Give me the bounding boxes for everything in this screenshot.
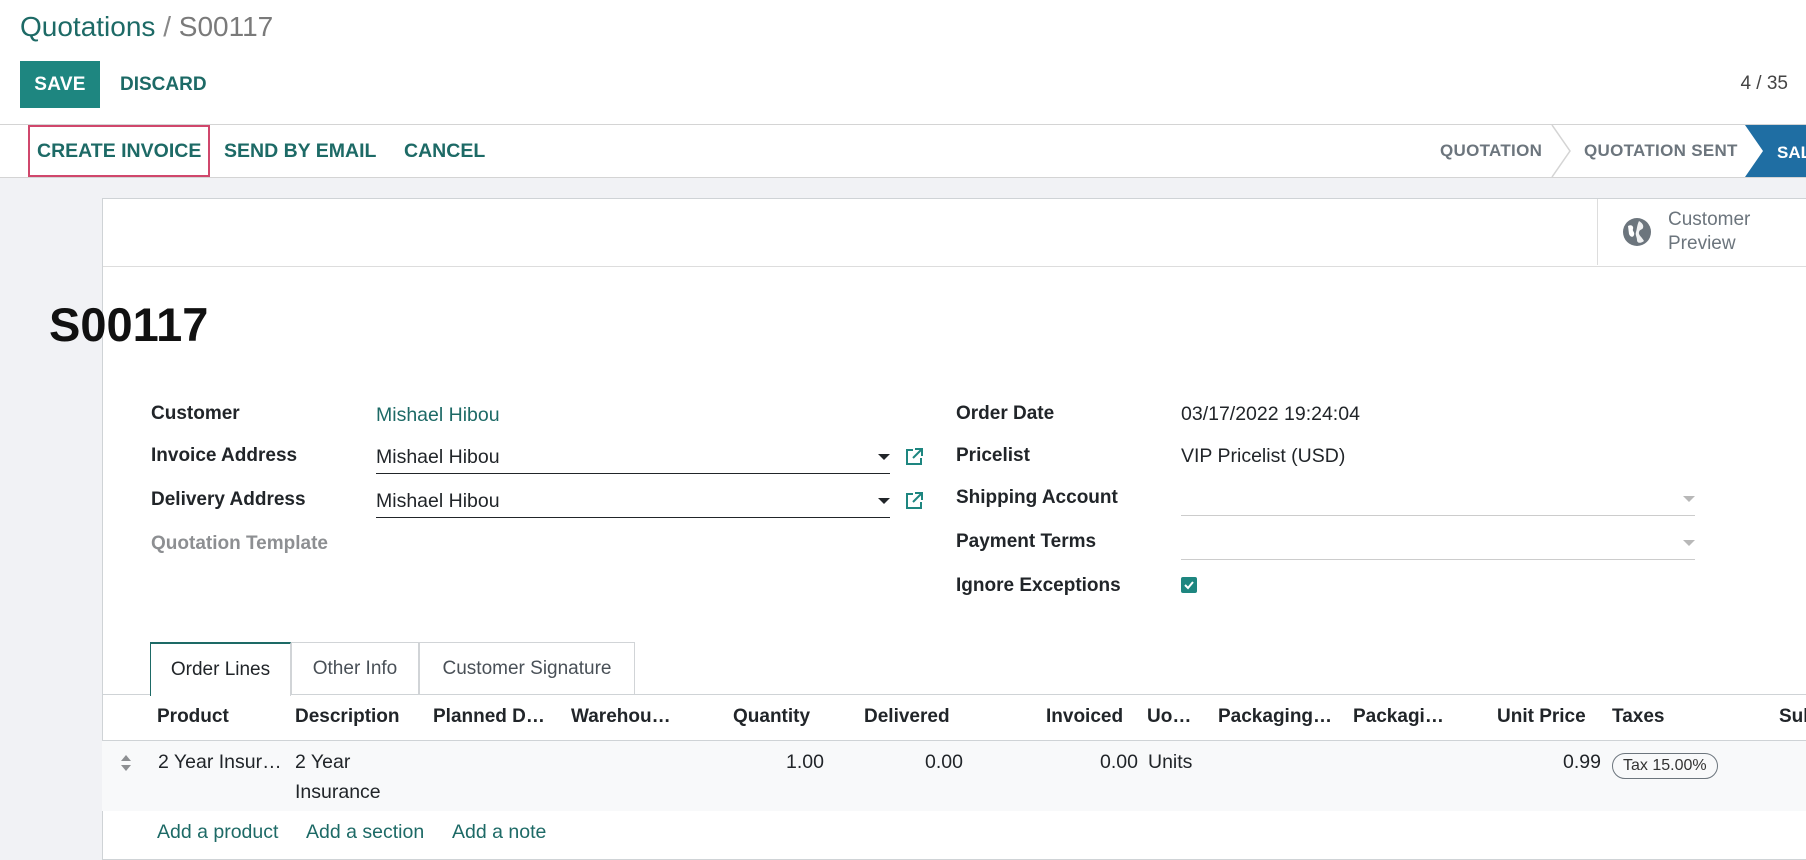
column-description[interactable]: Description bbox=[295, 695, 400, 739]
add-product-link[interactable]: Add a product bbox=[157, 821, 278, 844]
row-product[interactable]: 2 Year Insur… bbox=[158, 751, 282, 774]
tab-customer-signature[interactable]: Customer Signature bbox=[419, 642, 635, 694]
column-warehouse[interactable]: Warehou… bbox=[571, 695, 671, 739]
column-packaging[interactable]: Packagi… bbox=[1353, 695, 1444, 739]
chevron-down-icon[interactable] bbox=[878, 498, 890, 504]
checkmark-icon bbox=[1184, 581, 1194, 590]
chevron-down-icon[interactable] bbox=[1683, 540, 1695, 546]
invoice-address-label: Invoice Address bbox=[151, 445, 298, 466]
smart-button-box: Customer Preview bbox=[103, 199, 1806, 267]
breadcrumb: Quotations / S00117 bbox=[20, 11, 273, 43]
column-delivered[interactable]: Delivered bbox=[864, 695, 950, 739]
column-uom[interactable]: Uo… bbox=[1147, 695, 1191, 739]
row-unit-price[interactable]: 0.99 bbox=[1559, 751, 1601, 774]
customer-link[interactable]: Mishael Hibou bbox=[376, 404, 500, 427]
payment-terms-label: Payment Terms bbox=[956, 531, 1097, 552]
delivery-address-value: Mishael Hibou bbox=[376, 490, 500, 512]
row-delivered: 0.00 bbox=[925, 751, 963, 773]
column-planned-date[interactable]: Planned D… bbox=[433, 695, 545, 739]
pricelist-label: Pricelist bbox=[956, 445, 1030, 466]
row-quantity[interactable]: 1.00 bbox=[783, 751, 824, 774]
external-link-icon[interactable] bbox=[904, 447, 924, 467]
delivery-address-label: Delivery Address bbox=[151, 489, 306, 510]
chevron-down-icon[interactable] bbox=[1683, 496, 1695, 502]
column-product[interactable]: Product bbox=[157, 695, 229, 739]
stage-quotation[interactable]: QUOTATION bbox=[1440, 125, 1542, 177]
send-by-email-button[interactable]: SEND BY EMAIL bbox=[224, 125, 376, 177]
stage-separator-arrow-icon bbox=[1551, 125, 1571, 177]
table-row[interactable]: 2 Year Insur… 2 Year Insurance 1.00 0.00… bbox=[102, 741, 1806, 811]
tab-order-lines[interactable]: Order Lines bbox=[150, 642, 291, 696]
delivery-address-field[interactable]: Mishael Hibou bbox=[376, 484, 890, 518]
chevron-down-icon[interactable] bbox=[878, 454, 890, 460]
breadcrumb-separator: / bbox=[155, 11, 179, 42]
pricelist-value: VIP Pricelist (USD) bbox=[1181, 445, 1346, 467]
tab-other-info[interactable]: Other Info bbox=[291, 642, 419, 694]
customer-preview-button[interactable]: Customer Preview bbox=[1597, 199, 1806, 265]
quotation-template-label: Quotation Template bbox=[151, 533, 328, 554]
order-lines-header: Product Description Planned D… Warehou… … bbox=[102, 695, 1806, 741]
external-link-icon[interactable] bbox=[904, 491, 924, 511]
discard-button[interactable]: DISCARD bbox=[112, 61, 215, 108]
control-panel: Quotations / S00117 SAVE DISCARD 4 / 35 bbox=[0, 0, 1806, 124]
shipping-account-label: Shipping Account bbox=[956, 487, 1118, 508]
column-quantity[interactable]: Quantity bbox=[733, 695, 810, 739]
add-note-link[interactable]: Add a note bbox=[452, 821, 546, 844]
order-date-value: 03/17/2022 19:24:04 bbox=[1181, 403, 1360, 425]
stage-sales-order-label: SAL bbox=[1777, 143, 1806, 162]
ignore-exceptions-checkbox[interactable] bbox=[1181, 577, 1197, 593]
column-invoiced[interactable]: Invoiced bbox=[1046, 695, 1123, 739]
column-taxes[interactable]: Taxes bbox=[1612, 695, 1664, 739]
drag-handle-icon[interactable] bbox=[120, 754, 132, 772]
stage-quotation-sent[interactable]: QUOTATION SENT bbox=[1584, 125, 1738, 177]
row-invoiced: 0.00 bbox=[1100, 751, 1138, 773]
stage-sales-order-active[interactable]: SAL bbox=[1745, 125, 1806, 177]
add-section-link[interactable]: Add a section bbox=[306, 821, 424, 844]
row-uom[interactable]: Units bbox=[1148, 751, 1192, 774]
tax-badge[interactable]: Tax 15.00% bbox=[1612, 753, 1718, 779]
pager[interactable]: 4 / 35 bbox=[1740, 73, 1788, 95]
status-bar: CREATE INVOICE SEND BY EMAIL CANCEL QUOT… bbox=[0, 124, 1806, 178]
shipping-account-field[interactable] bbox=[1181, 484, 1695, 516]
column-packaging-qty[interactable]: Packaging… bbox=[1218, 695, 1332, 739]
breadcrumb-current: S00117 bbox=[178, 11, 274, 42]
create-invoice-button[interactable]: CREATE INVOICE bbox=[28, 125, 211, 177]
breadcrumb-quotations-link[interactable]: Quotations bbox=[20, 11, 155, 42]
column-subtotal[interactable]: Sub bbox=[1779, 695, 1806, 739]
order-date-label: Order Date bbox=[956, 403, 1055, 424]
payment-terms-field[interactable] bbox=[1181, 528, 1695, 560]
customer-label: Customer bbox=[151, 403, 240, 424]
invoice-address-value: Mishael Hibou bbox=[376, 446, 500, 468]
cancel-button[interactable]: CANCEL bbox=[404, 125, 485, 177]
order-title: S00117 bbox=[49, 298, 209, 351]
invoice-address-field[interactable]: Mishael Hibou bbox=[376, 440, 890, 474]
ignore-exceptions-label: Ignore Exceptions bbox=[956, 575, 1121, 596]
save-button[interactable]: SAVE bbox=[20, 61, 100, 108]
customer-preview-label: Customer Preview bbox=[1668, 209, 1751, 254]
globe-icon bbox=[1623, 218, 1651, 246]
row-description[interactable]: 2 Year Insurance bbox=[295, 751, 381, 807]
column-unit-price[interactable]: Unit Price bbox=[1497, 695, 1586, 739]
